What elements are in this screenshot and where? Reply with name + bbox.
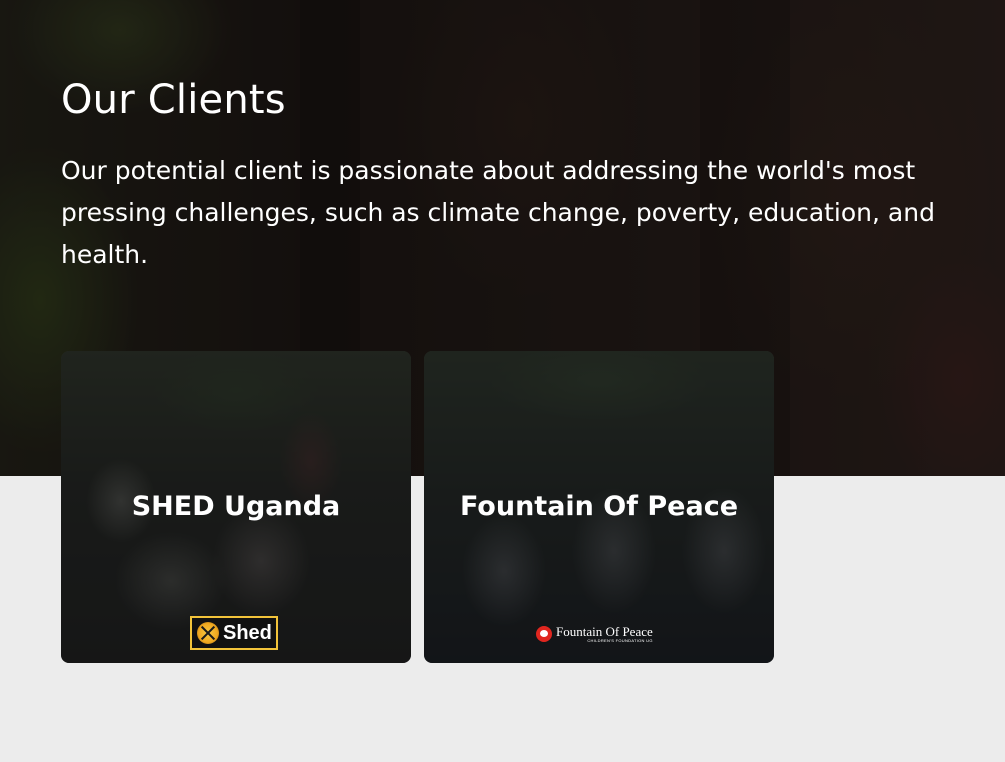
client-name: Fountain Of Peace: [459, 491, 739, 522]
logo-name: Fountain Of Peace: [556, 624, 653, 639]
shed-logo: Shed: [190, 616, 278, 650]
client-card-shed-uganda[interactable]: SHED Uganda Shed: [61, 351, 411, 663]
shed-logo-icon: [197, 622, 219, 644]
client-card-fountain-of-peace[interactable]: Fountain Of Peace Fountain Of Peace CHIL…: [424, 351, 774, 663]
logo-subtext: CHILDREN'S FOUNDATION UG: [587, 638, 653, 643]
section-description: Our potential client is passionate about…: [61, 156, 935, 269]
fountain-of-peace-logo-icon: [536, 626, 552, 642]
client-name: SHED Uganda: [131, 491, 341, 522]
shed-logo-text: Shed: [223, 622, 272, 644]
section-title: Our Clients: [61, 77, 286, 123]
fountain-of-peace-logo-wordmark: Fountain Of Peace CHILDREN'S FOUNDATION …: [556, 625, 653, 643]
fountain-of-peace-logo: Fountain Of Peace CHILDREN'S FOUNDATION …: [536, 624, 653, 644]
